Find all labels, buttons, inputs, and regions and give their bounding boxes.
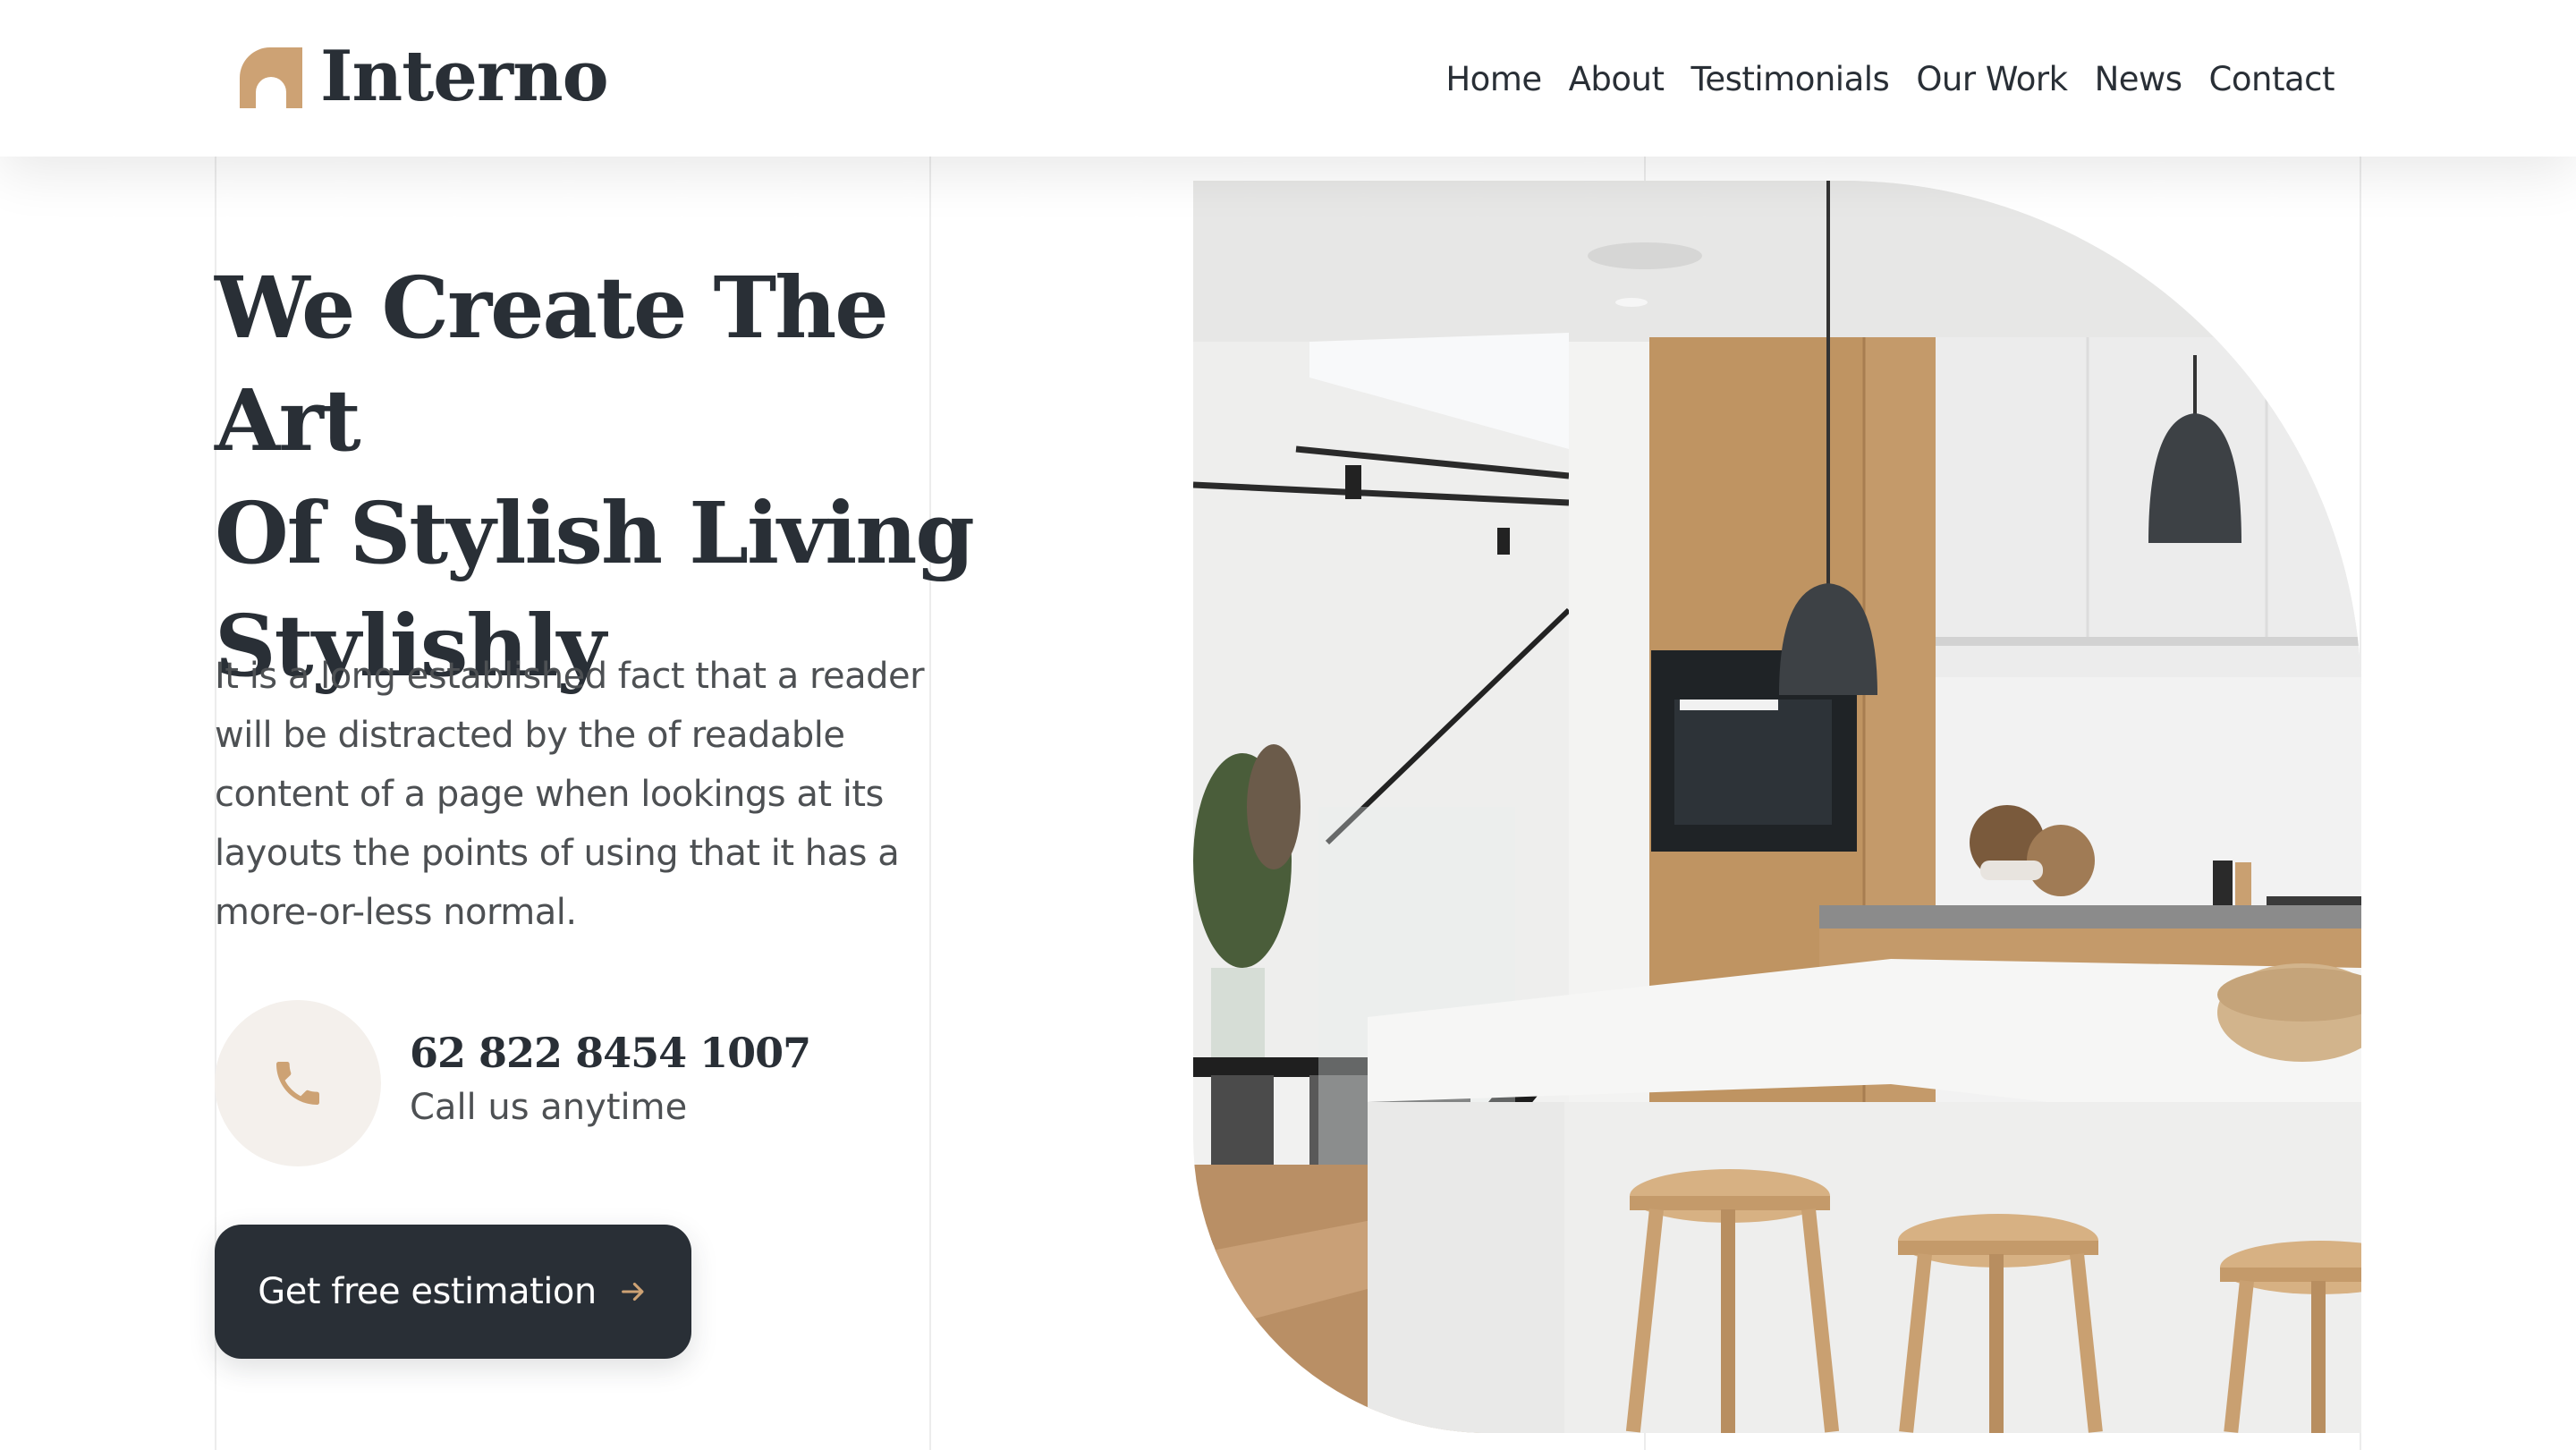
nav-item-testimonials[interactable]: Testimonials — [1691, 60, 1890, 98]
hero-title-line-1: We Create The Art — [215, 259, 889, 471]
hero-title-line-2: Of Stylish Living — [215, 484, 975, 583]
nav-item-contact[interactable]: Contact — [2209, 60, 2335, 98]
kitchen-photo — [1193, 181, 2361, 1433]
arrow-right-icon — [621, 1282, 644, 1302]
hero-title: We Create The Art Of Stylish Living Styl… — [215, 252, 1020, 703]
nav-item-news[interactable]: News — [2095, 60, 2182, 98]
main-nav: Home About Testimonials Our Work News Co… — [1445, 50, 2334, 107]
landing-page: Interno Home About Testimonials Our Work… — [0, 0, 2576, 1450]
hero-image — [1193, 181, 2361, 1433]
nav-item-about[interactable]: About — [1569, 60, 1665, 98]
logo[interactable]: Interno — [240, 36, 609, 117]
phone-caption: Call us anytime — [410, 1087, 688, 1128]
phone-number[interactable]: 62 822 8454 1007 — [410, 1029, 811, 1077]
arch-logo-icon — [240, 47, 302, 108]
get-estimation-button[interactable]: Get free estimation — [215, 1225, 691, 1359]
hero-description: It is a long established fact that a rea… — [215, 656, 925, 933]
nav-item-home[interactable]: Home — [1445, 60, 1542, 98]
nav-item-our-work[interactable]: Our Work — [1916, 60, 2068, 98]
cta-label: Get free estimation — [258, 1271, 597, 1312]
site-header: Interno Home About Testimonials Our Work… — [0, 0, 2576, 157]
brand-name: Interno — [320, 36, 609, 117]
phone-icon-circle[interactable] — [215, 1000, 381, 1166]
phone-icon — [276, 1062, 319, 1105]
